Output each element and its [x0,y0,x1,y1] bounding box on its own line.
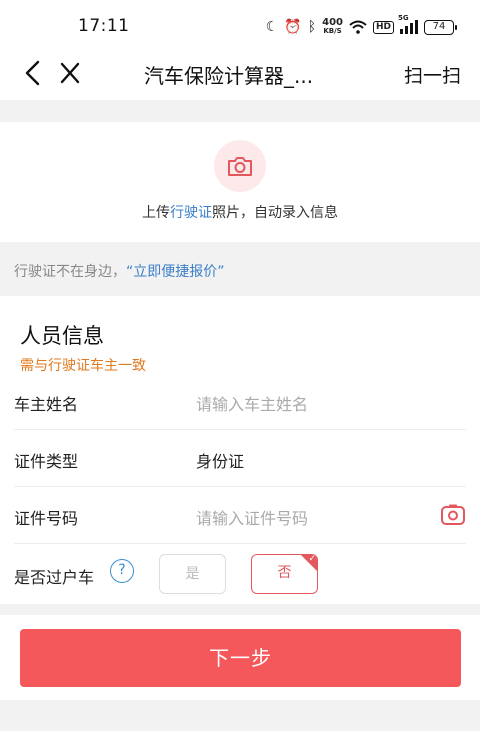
license-link[interactable]: 行驶证 [170,205,212,221]
section-subtitle: 需与行驶证车主一致 [20,358,146,374]
id-type-select[interactable]: 身份证 [196,448,244,472]
status-time: 17:11 [78,16,130,36]
transfer-label: 是否过户车 [14,568,95,587]
bluetooth-icon: ᛒ [307,19,317,35]
owner-name-row: 车主姓名 请输入车主姓名 [14,373,466,430]
transfer-row: 是否过户车 ? 是 否 ✓ [14,552,466,596]
quick-quote-link[interactable]: “立即便捷报价” [126,264,225,280]
id-number-input[interactable]: 请输入证件号码 [196,505,308,529]
action-area: 下一步 [0,615,480,700]
id-type-label: 证件类型 [14,452,79,471]
id-number-row: 证件号码 请输入证件号码 [14,487,466,544]
id-number-label: 证件号码 [14,509,79,528]
alarm-icon: ⏰ [284,19,302,35]
back-icon[interactable] [22,60,44,86]
page-title: 汽车保险计算器_... [144,64,314,88]
help-icon[interactable]: ? [110,559,134,583]
next-button[interactable]: 下一步 [20,629,461,687]
owner-name-label: 车主姓名 [14,395,79,414]
network-speed: 400 KB/S [322,17,343,36]
person-info-card: 人员信息 需与行驶证车主一致 车主姓名 请输入车主姓名 证件类型 身份证 证件号… [0,296,480,604]
status-icons: ☾ ⏰ ᛒ 400 KB/S HD 5G 74 [265,14,457,37]
id-type-row: 证件类型 身份证 [14,430,466,487]
transfer-yes-button[interactable]: 是 [159,554,226,594]
upload-camera-button[interactable] [214,140,266,192]
scan-button[interactable]: 扫一扫 [404,61,461,88]
close-icon[interactable] [59,61,81,85]
upload-license-card[interactable]: 上传行驶证照片，自动录入信息 [0,122,480,242]
nav-bar: 汽车保险计算器_... 扫一扫 [0,48,480,100]
transfer-no-button[interactable]: 否 ✓ [251,554,318,594]
check-icon: ✓ [308,554,316,564]
moon-icon: ☾ [265,19,279,35]
upload-hint: 上传行驶证照片，自动录入信息 [142,205,338,221]
hd-badge: HD [372,20,394,34]
transfer-no-label: 否 [277,565,292,581]
camera-icon [228,157,252,176]
section-title: 人员信息 [20,324,104,348]
quick-quote-hint: 行驶证不在身边，“立即便捷报价” [14,264,225,280]
status-bar: 17:11 ☾ ⏰ ᛒ 400 KB/S HD 5G 74 [0,0,480,48]
owner-name-input[interactable]: 请输入车主姓名 [196,391,308,415]
id-camera-icon[interactable] [440,503,466,527]
wifi-icon [349,20,367,34]
battery-icon: 74 [424,19,457,35]
signal-icon: 5G [398,14,418,34]
